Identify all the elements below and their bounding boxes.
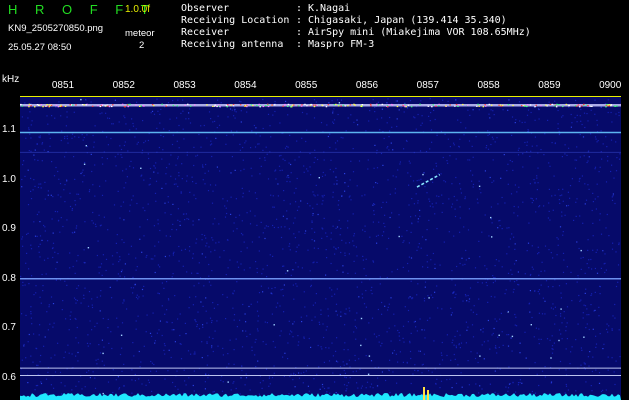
- y-axis-label: kHz: [2, 74, 20, 85]
- y-tick-label: 1.0: [2, 173, 16, 185]
- receiver-label: Receiver: [181, 27, 230, 38]
- observer-label: Observer: [181, 3, 230, 14]
- signal-spike: [423, 387, 425, 400]
- receiver-value: AirSpy mini (Miakejima VOR 108.65MHz): [308, 27, 531, 38]
- noise-background: [20, 97, 621, 400]
- observer-sep: :: [296, 3, 303, 14]
- y-tick-label: 0.8: [2, 272, 16, 284]
- signal-spike: [427, 390, 429, 400]
- location-label: Receiving Location: [181, 15, 290, 26]
- observer-value: K.Nagai: [308, 3, 351, 14]
- spectrogram-plot: [20, 97, 621, 400]
- y-tick-label: 0.7: [2, 322, 16, 334]
- location-value: Chigasaki, Japan (139.414 35.340): [308, 15, 507, 26]
- antenna-sep: :: [296, 39, 303, 50]
- antenna-label: Receiving antenna: [181, 39, 284, 50]
- datetime-label: 25.05.27 08:50: [8, 42, 72, 53]
- version-label: 1.0.0f: [125, 4, 151, 15]
- y-tick-label: 0.6: [2, 372, 16, 383]
- mode-label: meteor: [125, 28, 155, 39]
- time-axis-line: [20, 96, 621, 97]
- antenna-value: Maspro FM-3: [308, 39, 375, 50]
- y-tick-label: 1.1: [2, 124, 16, 135]
- filename-label: KN9_2505270850.png: [8, 23, 104, 34]
- y-tick-label: 0.9: [2, 223, 16, 235]
- mode-value: 2: [139, 40, 145, 51]
- receiver-sep: :: [296, 27, 303, 38]
- location-sep: :: [296, 15, 303, 26]
